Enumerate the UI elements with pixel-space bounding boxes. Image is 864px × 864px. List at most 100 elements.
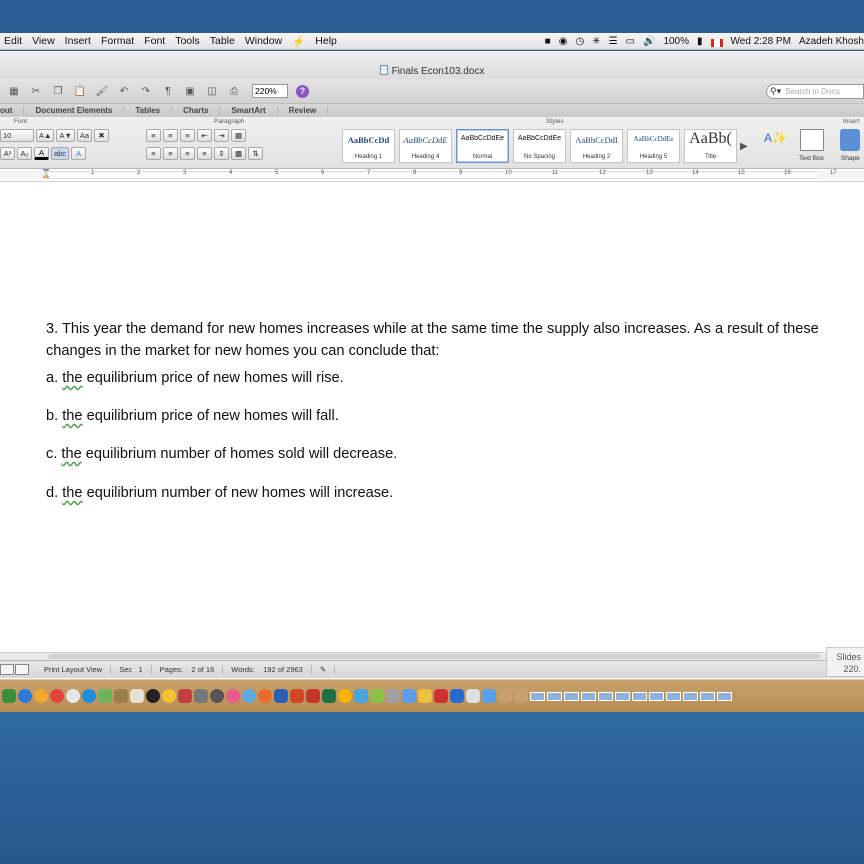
zoom-select[interactable]: 220% [252, 84, 288, 98]
line-spacing-icon[interactable]: ⇕ [214, 147, 229, 160]
battery-icon[interactable]: ▮ [697, 36, 703, 47]
search-input[interactable]: ⚲▾ Search in Docu [766, 84, 864, 99]
clock[interactable]: Wed 2:28 PM [731, 36, 791, 47]
excel-icon[interactable] [322, 689, 336, 703]
scrollbar-thumb[interactable] [48, 654, 820, 659]
minimized-window-icon[interactable] [700, 691, 715, 701]
battery-percent[interactable]: 100% [663, 36, 689, 47]
tab-layout[interactable]: out [0, 106, 25, 115]
styles-pane-icon[interactable]: A✨ [764, 131, 787, 145]
cut-icon[interactable]: ✂ [28, 84, 44, 98]
tab-charts[interactable]: Charts [172, 106, 221, 115]
text-box-label[interactable]: Text Box [799, 155, 824, 162]
slides-zoom-panel[interactable]: Slides 220. [826, 647, 864, 677]
minimized-window-icon[interactable] [530, 691, 545, 701]
styles-next-icon[interactable]: ▶ [740, 141, 748, 152]
minimized-window-icon[interactable] [547, 691, 562, 701]
menu-format[interactable]: Format [96, 35, 139, 47]
airplay-icon[interactable]: ▭ [626, 36, 635, 47]
change-case-icon[interactable]: Aa [76, 129, 93, 142]
minimized-window-icon[interactable] [649, 691, 664, 701]
copy-icon[interactable]: ❐ [50, 84, 66, 98]
font-color-icon[interactable]: A [34, 147, 49, 160]
calendar-icon[interactable] [130, 689, 144, 703]
minimized-window-icon[interactable] [717, 691, 732, 701]
skype-icon[interactable] [82, 689, 96, 703]
notes-icon[interactable] [114, 689, 128, 703]
sidebar-icon[interactable]: ▦ [6, 84, 22, 98]
music-icon[interactable] [146, 689, 160, 703]
clear-formatting-icon[interactable]: ✖ [94, 129, 110, 142]
wifi-icon[interactable]: ☰ [609, 36, 618, 47]
sidebar-toggle-icon[interactable]: ◫ [204, 84, 220, 98]
menu-help[interactable]: Help [310, 35, 342, 47]
text-box-icon[interactable] [800, 129, 824, 151]
bullets-icon[interactable]: ≡ [146, 129, 161, 142]
app-icon[interactable] [242, 689, 256, 703]
format-painter-icon[interactable]: 🖌 [94, 84, 110, 98]
app-icon[interactable] [98, 689, 112, 703]
document-page[interactable]: 3. This year the demand for new homes in… [0, 196, 864, 654]
style-normal[interactable]: AaBbCcDdEe Normal [456, 129, 509, 163]
minimized-window-icon[interactable] [581, 691, 596, 701]
window-title-bar[interactable]: Finals Econ103.docx [0, 51, 864, 79]
align-left-icon[interactable]: ≡ [146, 147, 161, 160]
script-menu-icon[interactable]: ⚡ [287, 35, 310, 48]
style-heading-1[interactable]: AaBbCcDd Heading 1 [342, 129, 395, 163]
print-icon[interactable]: ⎙ [226, 84, 242, 98]
safari-icon[interactable] [34, 689, 48, 703]
record-icon[interactable]: ■ [545, 36, 551, 47]
shapes-label[interactable]: Shape [841, 155, 860, 162]
paste-icon[interactable]: 📋 [72, 84, 88, 98]
style-heading-5[interactable]: AaBbCcDdEe Heading 5 [627, 129, 680, 163]
help-icon[interactable]: ? [296, 84, 309, 98]
redo-icon[interactable]: ↷ [138, 84, 154, 98]
minimized-window-icon[interactable] [666, 691, 681, 701]
app-icon[interactable] [386, 689, 400, 703]
bluetooth-icon[interactable]: ✳ [592, 36, 600, 47]
align-center-icon[interactable]: ≡ [163, 147, 178, 160]
menu-table[interactable]: Table [205, 35, 240, 47]
acrobat-icon[interactable] [434, 689, 448, 703]
tab-smartart[interactable]: SmartArt [220, 106, 278, 115]
app-icon[interactable] [418, 689, 432, 703]
spelling-status-icon[interactable]: ✎ [312, 665, 336, 674]
itunes-icon[interactable] [226, 689, 240, 703]
horizontal-ruler[interactable]: ⌛ 1 2 3 4 5 6 7 8 9 10 11 12 13 14 15 16… [0, 169, 864, 182]
numbering-icon[interactable]: ≡ [163, 129, 178, 142]
tab-review[interactable]: Review [278, 106, 329, 115]
unknown-app-icon[interactable] [498, 689, 512, 703]
text-direction-icon[interactable]: ⇅ [248, 147, 263, 160]
finder-icon[interactable] [18, 689, 32, 703]
superscript-icon[interactable]: A² [0, 147, 15, 160]
word-icon[interactable] [274, 689, 288, 703]
horizontal-scrollbar[interactable] [0, 652, 864, 660]
menu-font[interactable]: Font [139, 35, 170, 47]
minimized-window-icon[interactable] [564, 691, 579, 701]
style-heading-2[interactable]: AaBbCcDdI Heading 2 [570, 129, 623, 163]
style-title[interactable]: AaBb( Title [684, 129, 737, 163]
indent-marker-icon[interactable]: ⌛ [41, 169, 51, 181]
align-right-icon[interactable]: ≡ [180, 147, 195, 160]
app-icon[interactable] [258, 689, 272, 703]
tab-tables[interactable]: Tables [124, 106, 173, 115]
volume-icon[interactable]: 🔊 [643, 36, 655, 47]
photos-icon[interactable] [162, 689, 176, 703]
print-layout-view-icon[interactable] [15, 664, 29, 675]
subscript-icon[interactable]: A₂ [17, 147, 32, 160]
pilcrow-icon[interactable]: ¶ [160, 84, 176, 98]
undo-icon[interactable]: ↶ [116, 84, 132, 98]
camera-icon[interactable]: ◉ [559, 36, 568, 47]
borders-icon[interactable]: ▦ [231, 129, 246, 142]
text-effects-icon[interactable]: A [71, 147, 87, 160]
system-icon[interactable] [66, 689, 80, 703]
app-icon[interactable] [210, 689, 224, 703]
time-machine-icon[interactable]: ◷ [575, 36, 584, 47]
decrease-indent-icon[interactable]: ⇤ [197, 129, 212, 142]
multilevel-list-icon[interactable]: ≡ [180, 129, 195, 142]
shading-icon[interactable]: ▩ [231, 147, 246, 160]
style-heading-4[interactable]: AaBbCcDdE Heading 4 [399, 129, 452, 163]
shapes-icon[interactable] [840, 129, 860, 151]
shrink-font-icon[interactable]: A▼ [56, 129, 75, 142]
minimized-window-icon[interactable] [683, 691, 698, 701]
